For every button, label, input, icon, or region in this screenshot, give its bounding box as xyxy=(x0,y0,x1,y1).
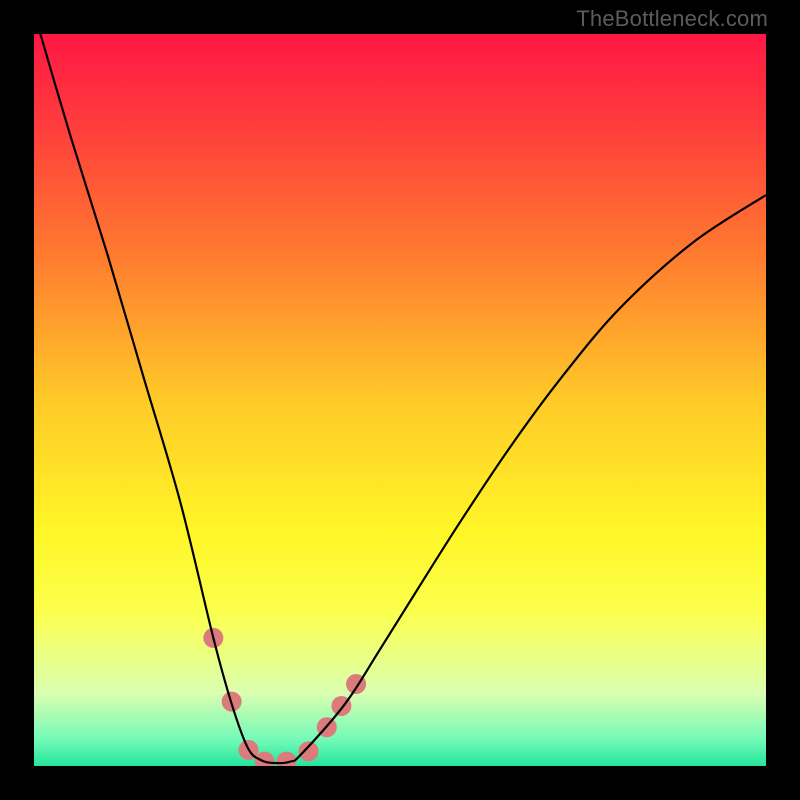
bottleneck-curve xyxy=(34,34,766,763)
chart-svg xyxy=(34,34,766,766)
marker-group xyxy=(203,628,366,766)
marker-point xyxy=(299,741,319,761)
plot-area xyxy=(34,34,766,766)
chart-frame: TheBottleneck.com xyxy=(0,0,800,800)
watermark: TheBottleneck.com xyxy=(576,6,768,32)
